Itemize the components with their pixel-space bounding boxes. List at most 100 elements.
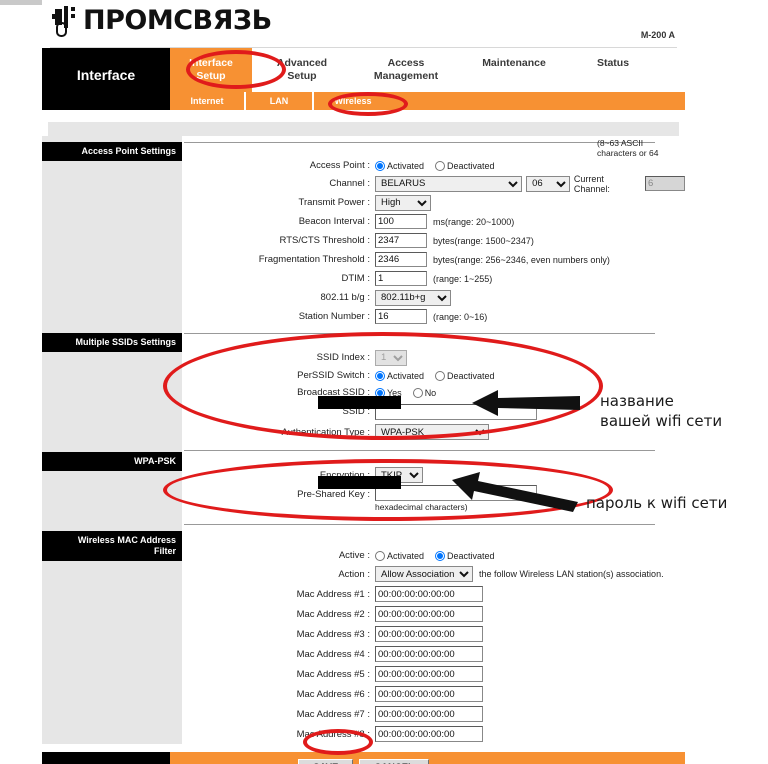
tab-maintenance[interactable]: Maintenance bbox=[460, 48, 568, 92]
field-channel: BELARUS 06 Current Channel: bbox=[375, 174, 685, 194]
select-transmit-power[interactable]: High bbox=[375, 194, 431, 211]
hint-fragmentation: bytes(range: 256~2346, even numbers only… bbox=[433, 254, 610, 265]
row-authentication-type: Authentication Type : WPA-PSK bbox=[182, 422, 685, 442]
radio-input-mac-activated[interactable] bbox=[375, 550, 385, 561]
subtab-internet[interactable]: Internet bbox=[170, 92, 244, 110]
label-80211-mode: 802.11 b/g : bbox=[320, 292, 370, 303]
input-beacon-interval[interactable] bbox=[375, 214, 427, 229]
row-mac-address-1: Mac Address #1 : bbox=[182, 584, 685, 604]
section-header-multiple-ssids: Multiple SSIDs Settings bbox=[42, 333, 182, 352]
input-rts-cts[interactable] bbox=[375, 233, 427, 248]
form-footer: SAVE CANCEL bbox=[42, 752, 685, 764]
input-mac-address-1[interactable] bbox=[375, 586, 483, 602]
row-mac-address-8: Mac Address #8 : bbox=[182, 724, 685, 744]
hint-mac-action: the follow Wireless LAN station(s) assoc… bbox=[479, 569, 664, 579]
field-rts-cts: bytes(range: 1500~2347) bbox=[375, 233, 534, 248]
save-button[interactable]: SAVE bbox=[298, 758, 354, 764]
sub-nav-spacer bbox=[42, 92, 170, 110]
hint-station-number: (range: 0~16) bbox=[433, 311, 488, 322]
label-mac-address-7: Mac Address #7 : bbox=[296, 708, 370, 720]
subtab-lan[interactable]: LAN bbox=[244, 92, 312, 110]
input-mac-address-7[interactable] bbox=[375, 706, 483, 722]
radio-label-ap-activated: Activated bbox=[387, 160, 425, 171]
label-mac-address-6: Mac Address #6 : bbox=[296, 688, 370, 700]
tab-access-management-line1: Access bbox=[387, 57, 425, 69]
row-ssid-index: SSID Index : 1 bbox=[182, 348, 685, 367]
tab-advanced-setup[interactable]: Advanced Setup bbox=[252, 48, 352, 92]
input-mac-address-4[interactable] bbox=[375, 646, 483, 662]
field-pre-shared-key: hexadecimal characters) bbox=[375, 485, 537, 512]
label-mac-address-5: Mac Address #5 : bbox=[296, 668, 370, 680]
row-mac-address-3: Mac Address #3 : bbox=[182, 624, 685, 644]
radio-mac-activated[interactable]: Activated bbox=[375, 550, 424, 561]
input-mac-address-6[interactable] bbox=[375, 686, 483, 702]
settings-fields-column: Access Point : Activated Deactivated Cha… bbox=[182, 136, 685, 744]
field-mac-address-3 bbox=[375, 626, 483, 642]
label-mac-active: Active : bbox=[338, 550, 370, 561]
radio-label-perssid-deactivated: Deactivated bbox=[447, 370, 495, 381]
label-mac-address-3: Mac Address #3 : bbox=[296, 628, 370, 640]
brand-header: ПРОМСВЯЗЬ M-200 A bbox=[42, 0, 685, 48]
field-mac-address-7 bbox=[375, 706, 483, 722]
radio-perssid-deactivated[interactable]: Deactivated bbox=[435, 370, 495, 381]
field-mac-action: Allow Association the follow Wireless LA… bbox=[375, 566, 664, 582]
section-header-wpa-psk: WPA-PSK bbox=[42, 452, 182, 471]
field-mac-active: Activated Deactivated bbox=[375, 550, 503, 561]
select-80211-mode[interactable]: 802.11b+g bbox=[375, 289, 451, 306]
label-mac-address-2: Mac Address #2 : bbox=[296, 608, 370, 620]
tab-status[interactable]: Status bbox=[568, 48, 658, 92]
subtab-wireless[interactable]: Wireless bbox=[312, 92, 392, 110]
input-mac-address-3[interactable] bbox=[375, 626, 483, 642]
field-ssid-index: 1 bbox=[375, 349, 407, 366]
radio-label-ap-deactivated: Deactivated bbox=[447, 160, 495, 171]
input-mac-address-8[interactable] bbox=[375, 726, 483, 742]
input-fragmentation[interactable] bbox=[375, 252, 427, 267]
field-mac-address-6 bbox=[375, 686, 483, 702]
sub-navigation: Internet LAN Wireless bbox=[42, 92, 685, 110]
row-broadcast-ssid: Broadcast SSID : Yes No bbox=[182, 384, 685, 401]
device-model: M-200 A bbox=[640, 30, 675, 40]
row-mac-action: Action : Allow Association the follow Wi… bbox=[182, 564, 685, 584]
select-channel-country[interactable]: BELARUS bbox=[375, 175, 523, 192]
radio-perssid-activated[interactable]: Activated bbox=[375, 370, 424, 381]
field-beacon-interval: ms(range: 20~1000) bbox=[375, 214, 514, 229]
label-access-point: Access Point : bbox=[309, 160, 370, 171]
radio-input-perssid-deactivated[interactable] bbox=[435, 370, 446, 381]
radio-broadcast-no[interactable]: No bbox=[412, 387, 436, 398]
radio-input-perssid-activated[interactable] bbox=[375, 370, 385, 381]
field-station-number: (range: 0~16) bbox=[375, 309, 487, 324]
radio-input-ap-deactivated[interactable] bbox=[435, 160, 446, 171]
tab-access-management[interactable]: Access Management bbox=[352, 48, 460, 92]
psk-redaction-bar bbox=[318, 476, 401, 489]
top-grey-strip bbox=[0, 0, 45, 5]
radio-input-ap-activated[interactable] bbox=[375, 160, 385, 171]
label-rts-cts: RTS/CTS Threshold : bbox=[279, 235, 370, 246]
content-top-strip bbox=[48, 122, 679, 136]
input-dtim[interactable] bbox=[375, 271, 427, 286]
radio-mac-deactivated[interactable]: Deactivated bbox=[435, 550, 495, 561]
input-station-number[interactable] bbox=[375, 309, 427, 324]
brand-logo: ПРОМСВЯЗЬ bbox=[52, 5, 272, 37]
cancel-button[interactable]: CANCEL bbox=[359, 758, 429, 764]
row-channel: Channel : BELARUS 06 Current Channel: bbox=[182, 174, 685, 194]
select-mac-action[interactable]: Allow Association bbox=[375, 566, 473, 582]
radio-access-point-deactivated[interactable]: Deactivated bbox=[435, 160, 495, 171]
radio-input-broadcast-no[interactable] bbox=[412, 387, 423, 398]
field-access-point: Activated Deactivated bbox=[375, 160, 503, 171]
row-perssid-switch: PerSSID Switch : Activated Deactivated bbox=[182, 367, 685, 384]
input-mac-address-5[interactable] bbox=[375, 666, 483, 682]
tab-interface-setup[interactable]: Interface Setup bbox=[170, 48, 252, 92]
input-mac-address-2[interactable] bbox=[375, 606, 483, 622]
select-authentication-type[interactable]: WPA-PSK bbox=[375, 424, 489, 440]
field-fragmentation: bytes(range: 256~2346, even numbers only… bbox=[375, 252, 610, 267]
nav-gap bbox=[42, 110, 685, 122]
tab-interface-setup-line2: Setup bbox=[196, 69, 226, 82]
row-station-number: Station Number : (range: 0~16) bbox=[182, 307, 685, 326]
row-access-point: Access Point : Activated Deactivated bbox=[182, 157, 685, 174]
select-channel-number[interactable]: 06 bbox=[526, 175, 570, 192]
field-mac-address-5 bbox=[375, 666, 483, 682]
radio-input-mac-deactivated[interactable] bbox=[435, 550, 446, 561]
radio-access-point-activated[interactable]: Activated bbox=[375, 160, 425, 171]
field-mac-address-4 bbox=[375, 646, 483, 662]
label-mac-address-1: Mac Address #1 : bbox=[296, 588, 370, 600]
